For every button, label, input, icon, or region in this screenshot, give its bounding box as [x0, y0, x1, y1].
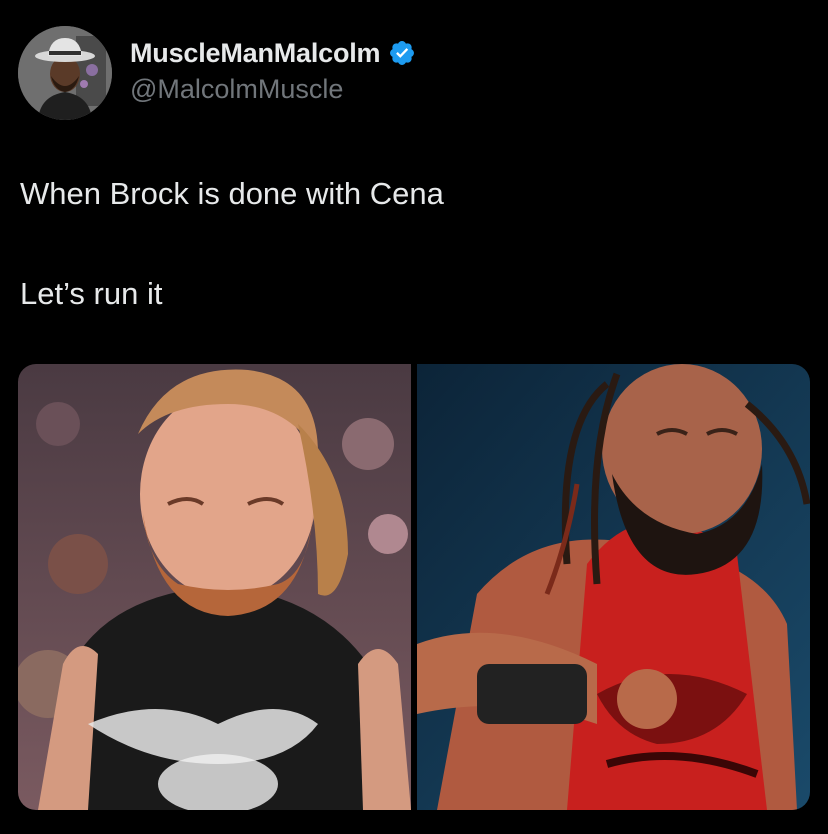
media-grid [18, 364, 810, 810]
tweet-text-line-2: Let’s run it [20, 276, 163, 311]
author-avatar[interactable] [18, 26, 112, 120]
avatar-photo [18, 26, 112, 120]
author-name-row[interactable]: MuscleManMalcolm [130, 37, 416, 69]
media-image-2[interactable] [417, 364, 810, 810]
media-image-1[interactable] [18, 364, 411, 810]
wrestler-photo-right [417, 364, 810, 810]
tweet-card: MuscleManMalcolm @MalcolmMuscle When Bro… [0, 0, 828, 834]
author-handle[interactable]: @MalcolmMuscle [130, 74, 343, 105]
wrestler-photo-left [18, 364, 411, 810]
tweet-text-line-1: When Brock is done with Cena [20, 176, 444, 211]
verified-badge-icon[interactable] [388, 39, 416, 67]
author-display-name[interactable]: MuscleManMalcolm [130, 38, 381, 69]
